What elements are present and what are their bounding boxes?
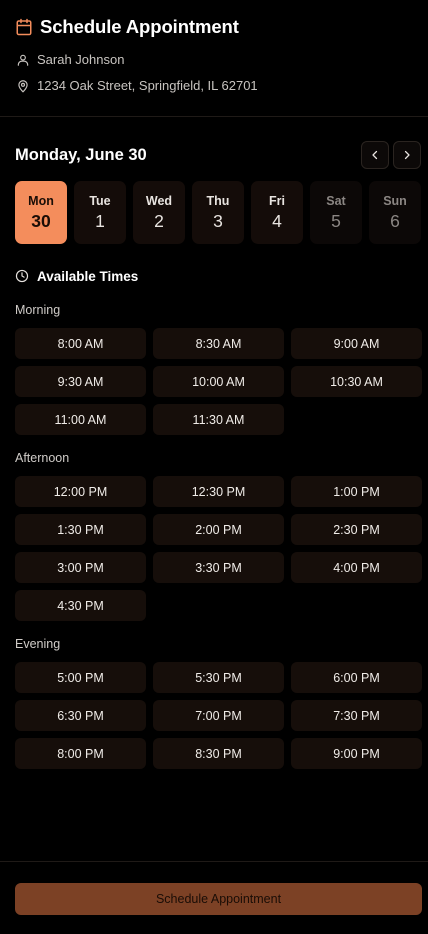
section-label-afternoon: Afternoon bbox=[15, 451, 70, 465]
chevron-right-icon bbox=[404, 150, 410, 160]
time-slot[interactable]: 11:30 AM bbox=[153, 404, 284, 435]
day-number: 6 bbox=[390, 210, 400, 231]
time-slot[interactable]: 4:30 PM bbox=[15, 590, 146, 621]
available-times-title: Available Times bbox=[37, 268, 139, 284]
day-of-week: Sat bbox=[326, 193, 346, 208]
address-text: 1234 Oak Street, Springfield, IL 62701 bbox=[37, 78, 258, 93]
address-row: 1234 Oak Street, Springfield, IL 62701 bbox=[15, 78, 413, 93]
day-number: 5 bbox=[331, 210, 341, 231]
time-slot[interactable]: 1:00 PM bbox=[291, 476, 422, 507]
time-slot[interactable]: 10:30 AM bbox=[291, 366, 422, 397]
time-slot[interactable]: 7:30 PM bbox=[291, 700, 422, 731]
day-of-week: Wed bbox=[145, 193, 173, 208]
time-slot[interactable]: 3:30 PM bbox=[153, 552, 284, 583]
time-slot[interactable]: 9:00 PM bbox=[291, 738, 422, 769]
section-label-evening: Evening bbox=[15, 637, 61, 651]
page-title: Schedule Appointment bbox=[40, 16, 239, 37]
day-number: 2 bbox=[154, 210, 164, 231]
time-slot[interactable]: 8:00 PM bbox=[15, 738, 146, 769]
selected-date-title: Monday, June 30 bbox=[15, 145, 147, 164]
time-slot[interactable]: 10:00 AM bbox=[153, 366, 284, 397]
day-number: 3 bbox=[213, 210, 223, 231]
time-slot[interactable]: 12:00 PM bbox=[15, 476, 146, 507]
previous-week-button[interactable] bbox=[361, 141, 389, 169]
day-number: 4 bbox=[272, 210, 282, 231]
schedule-appointment-button[interactable]: Schedule Appointment bbox=[15, 883, 422, 915]
footer: Schedule Appointment bbox=[0, 861, 428, 934]
slots-afternoon: 12:00 PM 12:30 PM 1:00 PM 1:30 PM 2:00 P… bbox=[0, 476, 428, 621]
time-slot[interactable]: 3:00 PM bbox=[15, 552, 146, 583]
date-row: Monday, June 30 bbox=[0, 141, 428, 169]
time-slot[interactable]: 9:00 AM bbox=[291, 328, 422, 359]
day-of-week: Tue bbox=[89, 193, 111, 208]
date-nav bbox=[361, 141, 421, 169]
day-fri[interactable]: Fri 4 bbox=[251, 181, 303, 244]
slots-morning: 8:00 AM 8:30 AM 9:00 AM 9:30 AM 10:00 AM… bbox=[0, 328, 428, 435]
user-icon bbox=[17, 54, 29, 66]
time-slot[interactable]: 2:00 PM bbox=[153, 514, 284, 545]
day-of-week: Fri bbox=[269, 193, 285, 208]
time-slot[interactable]: 12:30 PM bbox=[153, 476, 284, 507]
title-row: Schedule Appointment bbox=[15, 16, 413, 38]
day-sat: Sat 5 bbox=[310, 181, 362, 244]
day-thu[interactable]: Thu 3 bbox=[192, 181, 244, 244]
chevron-left-icon bbox=[372, 150, 378, 160]
slots-evening: 5:00 PM 5:30 PM 6:00 PM 6:30 PM 7:00 PM … bbox=[0, 662, 428, 769]
time-slot[interactable]: 8:30 AM bbox=[153, 328, 284, 359]
day-of-week: Thu bbox=[206, 193, 230, 208]
day-number: 30 bbox=[31, 210, 51, 231]
day-of-week: Mon bbox=[28, 193, 54, 208]
time-slot[interactable]: 4:00 PM bbox=[291, 552, 422, 583]
time-slot[interactable]: 7:00 PM bbox=[153, 700, 284, 731]
map-pin-icon bbox=[18, 79, 28, 92]
time-slot[interactable]: 8:30 PM bbox=[153, 738, 284, 769]
day-number: 1 bbox=[95, 210, 105, 231]
time-slot[interactable]: 2:30 PM bbox=[291, 514, 422, 545]
day-sun: Sun 6 bbox=[369, 181, 421, 244]
time-slot[interactable]: 11:00 AM bbox=[15, 404, 146, 435]
header: Schedule Appointment Sarah Johnson 1234 … bbox=[0, 0, 428, 117]
time-slot[interactable]: 9:30 AM bbox=[15, 366, 146, 397]
available-times-header: Available Times bbox=[0, 267, 428, 285]
day-tue[interactable]: Tue 1 bbox=[74, 181, 126, 244]
time-slot[interactable]: 8:00 AM bbox=[15, 328, 146, 359]
clock-icon bbox=[15, 269, 29, 283]
time-slot[interactable]: 6:30 PM bbox=[15, 700, 146, 731]
day-picker: Mon 30 Tue 1 Wed 2 Thu 3 Fri 4 Sat 5 Sun… bbox=[0, 181, 428, 244]
time-slot[interactable]: 5:00 PM bbox=[15, 662, 146, 693]
time-slot[interactable]: 5:30 PM bbox=[153, 662, 284, 693]
person-row: Sarah Johnson bbox=[15, 52, 413, 67]
person-name: Sarah Johnson bbox=[37, 52, 125, 67]
time-slot[interactable]: 1:30 PM bbox=[15, 514, 146, 545]
day-wed[interactable]: Wed 2 bbox=[133, 181, 185, 244]
time-slot[interactable]: 6:00 PM bbox=[291, 662, 422, 693]
calendar-icon bbox=[16, 18, 32, 36]
next-week-button[interactable] bbox=[393, 141, 421, 169]
section-label-morning: Morning bbox=[15, 303, 61, 317]
day-mon[interactable]: Mon 30 bbox=[15, 181, 67, 244]
day-of-week: Sun bbox=[383, 193, 407, 208]
